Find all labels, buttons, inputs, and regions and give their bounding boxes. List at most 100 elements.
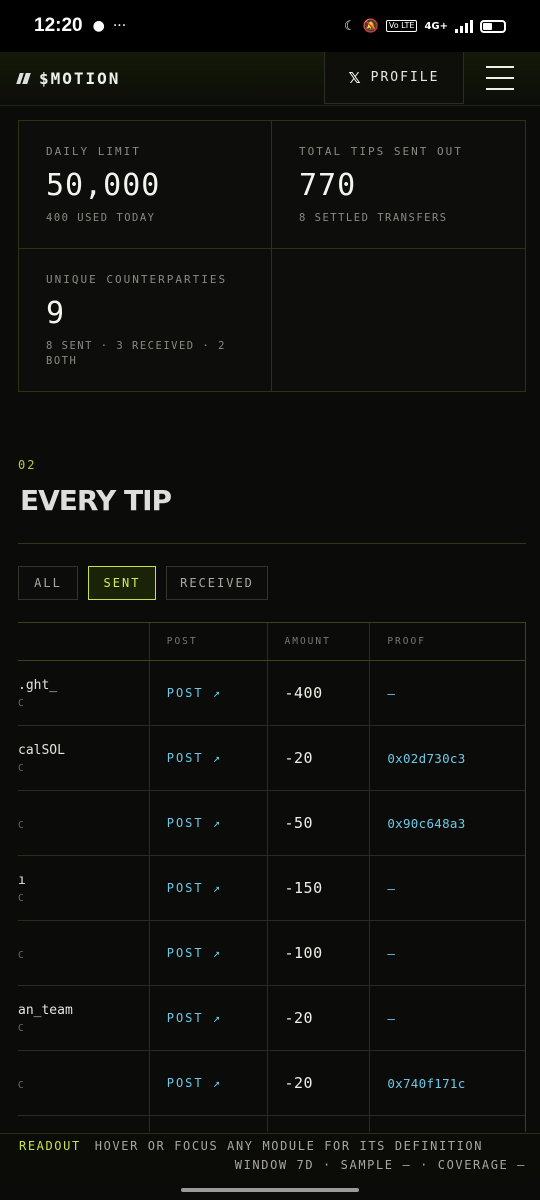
counterparty-sub: C [18, 697, 24, 709]
proof-link[interactable]: — [387, 1011, 395, 1026]
readout-label: READOUT [19, 1139, 81, 1153]
counterparty-name: calSOL [18, 742, 65, 758]
logo-icon [16, 73, 31, 84]
amount-cell: -20 [268, 1051, 371, 1115]
proof-cell: 0x740f171c [370, 1051, 525, 1115]
amount-cell: -50 [268, 791, 371, 855]
table-row[interactable]: C POST ↗ -20 0x740f171c [18, 1051, 525, 1116]
post-cell: POST ↗ [150, 856, 268, 920]
table-row[interactable]: an_team C POST ↗ -20 — [18, 986, 525, 1051]
brand-name: $MOTION [39, 69, 121, 88]
table-row[interactable]: ı C POST ↗ -150 — [18, 856, 525, 921]
counterparty-cell[interactable]: C [18, 791, 150, 855]
table-row-partial [18, 1116, 525, 1132]
table-row[interactable]: C POST ↗ -50 0x90c648a3 [18, 791, 525, 856]
counterparty-cell[interactable]: ıC [18, 856, 150, 920]
amount-value: -100 [284, 944, 323, 962]
amount-cell: -100 [268, 921, 371, 985]
profile-label: PROFILE [370, 70, 440, 85]
post-link[interactable]: POST ↗ [167, 686, 222, 700]
signal-icon [455, 19, 473, 33]
proof-cell: — [370, 921, 525, 985]
table-body: .ght_ C POST ↗ -400 — calSOL C POST ↗ -20 0x02d73… [18, 661, 525, 1116]
col-amount: AMOUNT [268, 623, 371, 660]
stat-sub: 8 SETTLED TRANSFERS [299, 212, 448, 224]
proof-link[interactable]: — [387, 881, 395, 896]
amount-cell: -20 [268, 726, 371, 790]
table-row[interactable]: C POST ↗ -100 — [18, 921, 525, 986]
proof-cell: — [370, 661, 525, 725]
table-row[interactable]: calSOL C POST ↗ -20 0x02d730c3 [18, 726, 525, 791]
readout-hint: HOVER OR FOCUS ANY MODULE FOR ITS DEFINI… [94, 1139, 484, 1153]
amount-value: -20 [284, 749, 314, 767]
gesture-bar[interactable] [181, 1188, 359, 1192]
status-time: 12:20 [34, 15, 83, 36]
amount-value: -400 [284, 684, 323, 702]
stat-value: 770 [299, 168, 357, 203]
proof-link[interactable]: 0x90c648a3 [387, 816, 465, 831]
counterparty-cell[interactable]: an_team C [18, 986, 150, 1050]
amount-cell: -150 [268, 856, 371, 920]
counterparty-sub: C [18, 762, 24, 774]
mute-icon: 🔕 [362, 18, 379, 34]
post-cell: POST ↗ [150, 791, 268, 855]
readout-bar: READOUT HOVER OR FOCUS ANY MODULE FOR ITS… [0, 1133, 540, 1180]
stat-label: TOTAL TIPS SENT OUT [299, 145, 463, 158]
filter-all-button[interactable]: ALL [18, 566, 78, 600]
stat-unique-counterparties[interactable]: UNIQUE COUNTERPARTIES 9 8 SENT · 3 RECEI… [19, 249, 272, 391]
counterparty-sub: C [18, 1080, 24, 1091]
section-number: 02 [18, 458, 37, 472]
hamburger-menu-icon[interactable] [486, 66, 514, 90]
network-label: 4G+ [424, 20, 448, 32]
stat-label: DAILY LIMIT [46, 145, 141, 158]
counterparty-cell[interactable]: C [18, 1051, 150, 1115]
post-cell: POST ↗ [150, 1051, 268, 1115]
section-divider [18, 543, 526, 544]
filter-tabs: ALL SENT RECEIVED [18, 566, 268, 600]
proof-cell: 0x90c648a3 [370, 791, 525, 855]
col-counterparty [18, 623, 150, 660]
col-post: POST [150, 623, 268, 660]
proof-link[interactable]: 0x740f171c [387, 1076, 465, 1091]
post-cell: POST ↗ [150, 986, 268, 1050]
post-link[interactable]: POST ↗ [167, 881, 222, 895]
stat-empty-cell [272, 249, 525, 391]
battery-icon [480, 19, 506, 33]
stat-total-tips[interactable]: TOTAL TIPS SENT OUT 770 8 SETTLED TRANSF… [272, 121, 525, 249]
counterparty-cell[interactable]: .ght_ C [18, 661, 150, 725]
post-link[interactable]: POST ↗ [167, 816, 222, 830]
more-dots-icon: ··· [112, 18, 127, 34]
counterparty-name: an_team [18, 1002, 73, 1018]
amount-cell: -400 [268, 661, 371, 725]
post-link[interactable]: POST ↗ [167, 946, 222, 960]
post-link[interactable]: POST ↗ [167, 751, 222, 765]
counterparty-name: ı [18, 872, 26, 888]
post-link[interactable]: POST ↗ [167, 1076, 222, 1090]
proof-cell: — [370, 986, 525, 1050]
counterparty-cell[interactable]: C [18, 921, 150, 985]
volte-icon: Vo LTE [385, 20, 418, 32]
filter-received-button[interactable]: RECEIVED [166, 566, 268, 600]
table-header: POST AMOUNT PROOF [18, 623, 525, 661]
counterparty-cell[interactable]: calSOL C [18, 726, 150, 790]
post-cell: POST ↗ [150, 921, 268, 985]
profile-button[interactable]: 𝕏 PROFILE [324, 52, 464, 104]
amount-cell: -20 [268, 986, 371, 1050]
counterparty-sub: C [18, 950, 24, 961]
proof-link[interactable]: — [387, 686, 395, 701]
table-row[interactable]: .ght_ C POST ↗ -400 — [18, 661, 525, 726]
filter-sent-button[interactable]: SENT [88, 566, 156, 600]
tips-table: POST AMOUNT PROOF .ght_ C POST ↗ -400 — calSO… [18, 622, 526, 1132]
proof-link[interactable]: — [387, 946, 395, 961]
proof-cell: 0x02d730c3 [370, 726, 525, 790]
counterparty-sub: C [18, 820, 24, 831]
proof-link[interactable]: 0x02d730c3 [387, 751, 465, 766]
status-bar: 12:20 ● ··· ☾ 🔕 Vo LTE 4G+ [0, 0, 540, 52]
brand-logo[interactable]: $MOTION [0, 69, 120, 88]
chat-bubble-icon: ● [92, 18, 105, 34]
stats-grid: DAILY LIMIT 50,000 400 USED TODAY TOTAL … [18, 120, 526, 392]
stat-daily-limit[interactable]: DAILY LIMIT 50,000 400 USED TODAY [19, 121, 272, 249]
counterparty-name: .ght_ [18, 677, 58, 693]
post-link[interactable]: POST ↗ [167, 1011, 222, 1025]
counterparty-sub: C [18, 892, 24, 904]
